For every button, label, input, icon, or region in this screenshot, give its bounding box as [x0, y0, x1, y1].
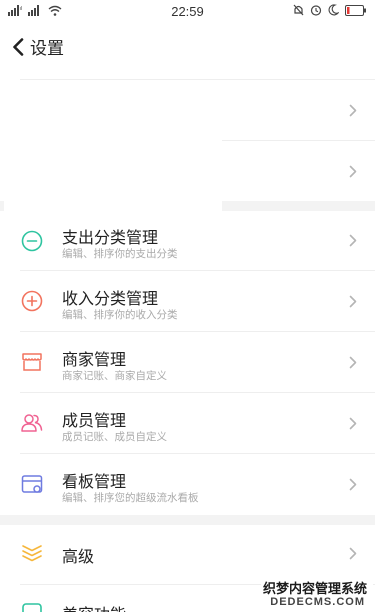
mute-icon	[293, 4, 304, 16]
layers-icon	[22, 545, 42, 562]
store-icon	[22, 353, 42, 371]
chevron-right-icon	[349, 165, 357, 178]
partial-icon	[22, 603, 42, 612]
row-subtitle: 编辑、排序你的支出分类	[62, 248, 178, 260]
row-title: 商家管理	[62, 352, 127, 369]
members-icon	[21, 414, 43, 432]
settings-row-blank-1[interactable]	[0, 80, 375, 140]
expense-category-row[interactable]: 支出分类管理 编辑、排序你的支出分类	[0, 210, 375, 271]
row-title: 成员管理	[62, 413, 127, 430]
status-bar: ıl 22:59	[0, 0, 375, 24]
chevron-right-icon	[349, 547, 357, 560]
row-title: 美容功能	[62, 601, 126, 612]
page-title: 设置	[30, 39, 64, 58]
chevron-right-icon	[349, 478, 357, 491]
chevron-right-icon	[349, 356, 357, 369]
watermark-line-2: DEDECMS.COM	[270, 596, 365, 608]
row-subtitle: 编辑、排序你的收入分类	[62, 309, 178, 321]
chevron-right-icon	[349, 234, 357, 247]
minus-circle-icon	[21, 230, 43, 252]
battery-icon	[345, 4, 366, 16]
row-subtitle: 商家记账、商家自定义	[62, 370, 167, 382]
row-title: 看板管理	[62, 474, 127, 491]
row-subtitle: 成员记账、成员自定义	[62, 431, 167, 443]
members-row[interactable]: 成员管理 成员记账、成员自定义	[0, 393, 375, 454]
chevron-right-icon	[349, 417, 357, 430]
merchant-row[interactable]: 商家管理 商家记账、商家自定义	[0, 332, 375, 393]
status-right-icons	[293, 4, 367, 16]
watermark: 织梦内容管理系统 DEDECMS.COM	[261, 578, 373, 612]
plus-circle-icon	[21, 290, 43, 312]
board-row[interactable]: 看板管理 编辑、排序您的超级流水看板	[0, 454, 375, 515]
settings-row-blank-2[interactable]	[0, 141, 375, 201]
chevron-right-icon	[349, 104, 357, 117]
moon-icon	[328, 4, 339, 16]
chevron-left-icon	[13, 37, 24, 56]
back-button[interactable]: 设置	[12, 34, 64, 59]
row-title: 支出分类管理	[62, 230, 159, 247]
board-icon	[21, 475, 43, 493]
alarm-icon	[310, 5, 322, 16]
chevron-right-icon	[349, 295, 357, 308]
row-subtitle: 编辑、排序您的超级流水看板	[62, 492, 199, 504]
row-title: 收入分类管理	[62, 291, 159, 308]
row-title: 高级	[62, 549, 95, 566]
watermark-line-1: 织梦内容管理系统	[262, 581, 367, 596]
section-gap	[0, 515, 375, 525]
nav-bar: 设置	[0, 26, 375, 66]
income-category-row[interactable]: 收入分类管理 编辑、排序你的收入分类	[0, 271, 375, 332]
advanced-row[interactable]: 高级	[0, 525, 375, 583]
